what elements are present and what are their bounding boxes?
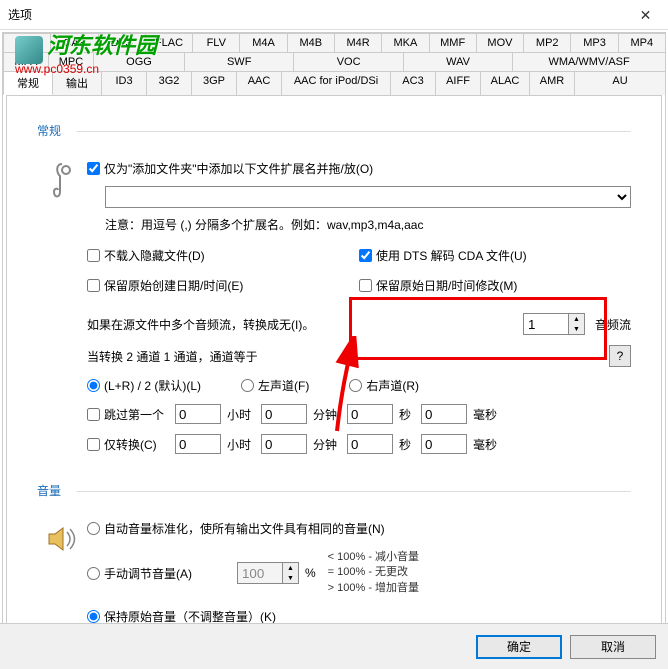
tab-3g2[interactable]: 3G2 [146,71,192,95]
auto-norm-radio[interactable]: 自动音量标准化，使所有输出文件具有相同的音量(N) [87,520,385,537]
tab-mpa[interactable]: MPA [3,52,49,71]
skip-second-input[interactable] [347,404,393,424]
tab-3gp[interactable]: 3GP [191,71,237,95]
manual-vol-radio[interactable]: 手动调节音量(A) [87,565,237,582]
tab-ac3[interactable]: AC3 [390,71,436,95]
no-hidden-checkbox[interactable]: 不载入隐藏文件(D) [87,247,205,264]
spin-down-icon[interactable]: ▼ [569,324,584,334]
tab-m4a[interactable]: M4A [239,33,287,52]
treble-clef-icon [46,162,78,202]
skip-ms-input[interactable] [421,404,467,424]
channel-right-radio[interactable]: 右声道(R) [349,377,419,394]
vol-note-3: > 100% - 增加音量 [328,581,419,596]
vol-note-1: < 100% - 减小音量 [328,550,419,565]
tab-flv[interactable]: FLV [192,33,240,52]
conv-ms-input[interactable] [421,434,467,454]
skip-minute-input[interactable] [261,404,307,424]
pct-symbol: % [305,566,316,580]
tab-id3[interactable]: ID3 [101,71,147,95]
extensions-dropdown[interactable] [105,186,631,208]
only-convert-checkbox[interactable]: 仅转换(C) [87,436,165,453]
conv-minute-input[interactable] [261,434,307,454]
format-tabs-row2: MPA MPC OGG SWF VOC WAV WMA/WMV/ASF [3,52,665,71]
spin-up-icon[interactable]: ▲ [283,563,298,573]
conv-hour-input[interactable] [175,434,221,454]
dialog-footer: 确定 取消 [0,623,668,669]
tab-wav[interactable]: WAV [403,52,513,71]
tab-au[interactable]: AU [574,71,666,95]
extensions-note: 注意：用逗号 (,) 分隔多个扩展名。例如：wav,mp3,m4a,aac [105,216,631,233]
channel-lr-radio[interactable]: (L+R) / 2 (默认)(L) [87,377,201,394]
tab-dts[interactable]: DTS [98,33,146,52]
speaker-icon [45,522,79,556]
tab-mp2[interactable]: MP2 [523,33,571,52]
tab-aiff[interactable]: AIFF [435,71,481,95]
tab-swf[interactable]: SWF [184,52,294,71]
tab-alac[interactable]: ALAC [480,71,530,95]
keep-created-checkbox[interactable]: 保留原始创建日期/时间(E) [87,277,243,294]
spin-down-icon[interactable]: ▼ [283,573,298,583]
channel-label: 当转换 2 通道 1 通道，通道等于 [87,348,258,365]
tab-mmf[interactable]: MMF [429,33,477,52]
tab-general[interactable]: 常规 [3,71,53,95]
tab-output[interactable]: 输出 [52,71,102,95]
tab-avi[interactable]: AVI [3,33,51,52]
ok-button[interactable]: 确定 [476,635,562,659]
tab-ogg[interactable]: OGG [93,52,185,71]
tab-mpc[interactable]: MPC [48,52,94,71]
cancel-button[interactable]: 取消 [570,635,656,659]
audio-stream-label: 音频流 [595,316,631,333]
help-button[interactable]: ? [609,345,631,367]
tab-wma[interactable]: WMA/WMV/ASF [512,52,666,71]
tab-mp4[interactable]: MP4 [618,33,666,52]
tab-aac-ipod[interactable]: AAC for iPod/DSi [281,71,391,95]
tab-flac[interactable]: FLAC [145,33,193,52]
channel-left-radio[interactable]: 左声道(F) [241,377,309,394]
tab-caf[interactable]: CAF [50,33,98,52]
keep-modified-checkbox[interactable]: 保留原始日期/时间修改(M) [359,277,517,294]
format-tabs-row1: AVI CAF DTS FLAC FLV M4A M4B M4R MKA MMF… [3,33,665,52]
skip-first-checkbox[interactable]: 跳过第一个 [87,406,165,423]
tab-voc[interactable]: VOC [293,52,403,71]
audio-stream-spinner[interactable]: ▲▼ [523,313,585,335]
only-add-folder-checkbox[interactable]: 仅为"添加文件夹"中添加以下文件扩展名并拖/放(O) [87,160,373,177]
tab-m4b[interactable]: M4B [287,33,335,52]
tab-m4r[interactable]: M4R [334,33,382,52]
main-tabs-row: 常规 输出 ID3 3G2 3GP AAC AAC for iPod/DSi A… [3,71,665,95]
tab-mka[interactable]: MKA [381,33,429,52]
spin-up-icon[interactable]: ▲ [569,314,584,324]
tab-aac[interactable]: AAC [236,71,282,95]
multi-audio-label: 如果在源文件中多个音频流，转换成无(I)。 [87,316,314,333]
window-title: 选项 [8,6,32,23]
vol-note-2: = 100% - 无更改 [328,565,419,580]
skip-hour-input[interactable] [175,404,221,424]
tab-amr[interactable]: AMR [529,71,575,95]
tabs-container: AVI CAF DTS FLAC FLV M4A M4B M4R MKA MMF… [2,32,666,664]
tab-mov[interactable]: MOV [476,33,524,52]
close-button[interactable]: ✕ [623,0,668,30]
conv-second-input[interactable] [347,434,393,454]
tab-mp3[interactable]: MP3 [570,33,618,52]
volume-pct-spinner[interactable]: ▲▼ [237,562,299,584]
use-dts-checkbox[interactable]: 使用 DTS 解码 CDA 文件(U) [359,247,527,264]
